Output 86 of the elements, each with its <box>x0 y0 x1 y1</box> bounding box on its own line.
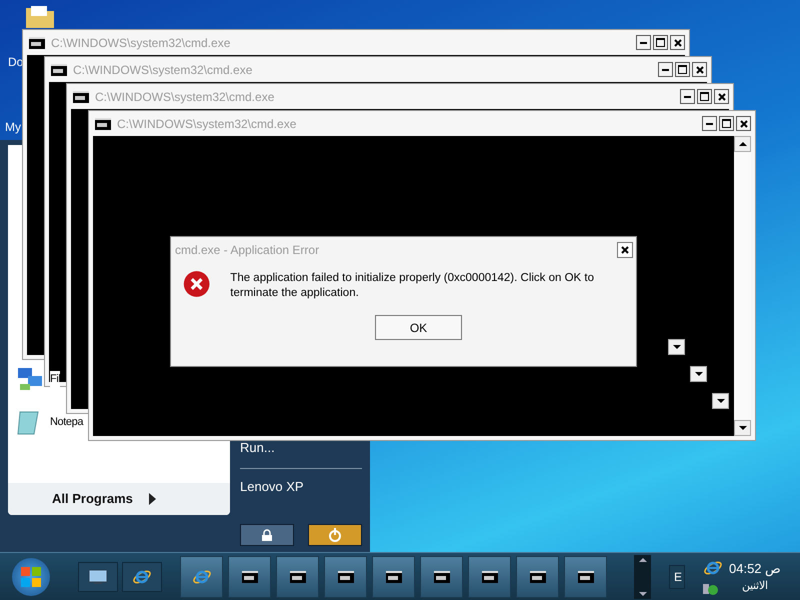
console-icon <box>290 570 306 582</box>
windows-logo-icon <box>21 566 41 586</box>
close-icon <box>621 246 629 254</box>
window-title: C:\WINDOWS\system32\cmd.exe <box>73 62 254 78</box>
scroll-down-button[interactable] <box>690 366 707 382</box>
program-item[interactable]: Fil <box>16 366 60 392</box>
minimize-icon <box>640 42 647 44</box>
scroll-down-button[interactable] <box>668 339 685 355</box>
minimize-button[interactable] <box>702 116 717 131</box>
console-icon <box>578 570 594 582</box>
minimize-icon <box>706 122 713 124</box>
console-icon <box>482 570 498 582</box>
down-arrow-icon <box>716 399 724 403</box>
maximize-button[interactable] <box>675 62 690 77</box>
taskbar-button[interactable] <box>564 556 607 598</box>
window-title: C:\WINDOWS\system32\cmd.exe <box>51 34 232 52</box>
power-button[interactable] <box>308 524 362 546</box>
maximize-icon <box>656 38 665 47</box>
scroll-up-button[interactable] <box>734 136 751 152</box>
desktop-icon-label[interactable]: My <box>5 118 21 136</box>
monitor-icon <box>89 570 107 584</box>
dialog-title: cmd.exe - Application Error <box>175 242 320 259</box>
run-item[interactable]: Run... <box>240 438 362 460</box>
down-arrow-icon <box>672 345 680 349</box>
error-message: The application failed to initialize properly (0xc0000142). Click on OK to terminate the application. <box>230 271 596 301</box>
lenovo-item[interactable]: Lenovo XP <box>240 477 362 496</box>
maximize-button[interactable] <box>719 116 734 131</box>
close-icon <box>674 38 682 46</box>
maximize-icon <box>700 92 709 101</box>
program-item[interactable]: Notepa <box>16 408 84 436</box>
console-icon <box>434 570 450 582</box>
close-button[interactable] <box>714 89 729 104</box>
taskbar-button[interactable] <box>324 556 367 598</box>
down-arrow-icon <box>694 372 702 376</box>
taskbar-button[interactable] <box>276 556 319 598</box>
clock-time[interactable]: 04:52 ص <box>729 558 782 578</box>
taskbar-scroller[interactable] <box>634 554 651 598</box>
minimize-button[interactable] <box>636 35 651 50</box>
maximize-button[interactable] <box>697 89 712 104</box>
close-button[interactable] <box>670 35 685 50</box>
console-icon <box>95 118 111 130</box>
taskbar-button[interactable] <box>516 556 559 598</box>
close-button[interactable] <box>617 242 633 258</box>
power-icon <box>328 528 342 542</box>
clock-day[interactable]: الاثنين <box>742 578 768 594</box>
quick-launch-button[interactable] <box>78 562 118 592</box>
lock-icon <box>261 529 273 541</box>
quick-launch-button[interactable] <box>122 562 162 592</box>
close-button[interactable] <box>692 62 707 77</box>
close-icon <box>740 120 748 128</box>
minimize-button[interactable] <box>658 62 673 77</box>
up-arrow-icon <box>738 142 746 146</box>
minimize-button[interactable] <box>680 89 695 104</box>
console-icon <box>338 570 354 582</box>
down-arrow-icon <box>638 592 646 596</box>
maximize-button[interactable] <box>653 35 668 50</box>
minimize-icon <box>684 96 691 98</box>
start-button[interactable] <box>12 558 50 596</box>
all-programs-button[interactable]: All Programs <box>8 483 230 515</box>
console-icon <box>29 36 45 48</box>
taskbar-button[interactable] <box>420 556 463 598</box>
window-title: C:\WINDOWS\system32\cmd.exe <box>95 88 276 106</box>
taskbar-button[interactable] <box>372 556 415 598</box>
console-icon <box>51 64 67 76</box>
maximize-icon <box>722 119 731 128</box>
network-computers-icon <box>16 366 44 392</box>
ok-button[interactable]: OK <box>375 315 462 340</box>
taskbar-button[interactable] <box>468 556 511 598</box>
window-title: C:\WINDOWS\system32\cmd.exe <box>117 116 298 132</box>
down-arrow-icon <box>738 426 746 430</box>
minimize-icon <box>662 68 669 70</box>
maximize-icon <box>678 65 687 74</box>
close-button[interactable] <box>736 116 751 131</box>
toolbar-label[interactable]: E <box>669 564 685 588</box>
console-icon <box>386 570 402 582</box>
close-icon <box>696 66 704 74</box>
taskbar-button[interactable] <box>228 556 271 598</box>
close-icon <box>718 92 726 100</box>
right-arrow-icon <box>148 493 156 505</box>
console-icon <box>242 570 258 582</box>
scroll-down-button[interactable] <box>712 393 729 409</box>
lock-button[interactable] <box>240 524 294 546</box>
up-arrow-icon <box>638 558 646 562</box>
scroll-down-button[interactable] <box>734 420 751 436</box>
console-icon <box>73 90 89 102</box>
console-icon <box>530 570 546 582</box>
